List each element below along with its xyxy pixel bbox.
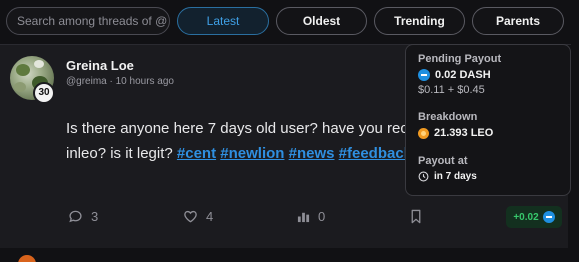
like-count: 4	[206, 209, 214, 224]
dash-coin-icon	[418, 69, 430, 81]
author-name[interactable]: Greina Loe	[66, 58, 134, 73]
like-button[interactable]: 4	[183, 209, 213, 224]
tab-latest[interactable]: Latest	[177, 7, 269, 35]
bookmark-button[interactable]	[410, 209, 422, 224]
pending-payout-title: Pending Payout	[418, 53, 502, 65]
heart-icon	[184, 210, 197, 223]
post-text-prefix: inleo? is it legit?	[66, 145, 177, 162]
hashtag-feedback[interactable]: #feedback	[339, 145, 412, 162]
reputation-badge: 30	[33, 82, 55, 104]
view-count: 0	[318, 209, 326, 224]
payout-at-value: in 7 days	[418, 171, 477, 182]
clock-icon	[418, 171, 429, 182]
hashtag-newlion[interactable]: #newlion	[220, 145, 284, 162]
tab-oldest[interactable]: Oldest	[276, 7, 367, 35]
pending-payout-amount: 0.02 DASH	[418, 69, 501, 81]
tab-parents[interactable]: Parents	[472, 7, 564, 35]
bar-chart-icon	[297, 212, 310, 223]
post-text-line-1: Is there anyone here 7 days old user? ha…	[66, 120, 408, 137]
post-body: Is there anyone here 7 days old user? ha…	[66, 116, 416, 166]
next-post-edge	[0, 248, 579, 262]
scrollbar-track[interactable]	[571, 44, 579, 248]
post-text-line-2: inleo? is it legit? #cent #newlion #news…	[66, 141, 416, 166]
payout-at-text: in 7 days	[434, 171, 477, 182]
pending-amount-text: 0.02 DASH	[435, 69, 491, 81]
post-meta: @greima · 10 hours ago	[66, 76, 174, 87]
hashtag-cent[interactable]: #cent	[177, 145, 216, 162]
views-button[interactable]: 0	[297, 209, 325, 224]
reply-button[interactable]: 3	[68, 209, 98, 224]
thread-search-input[interactable]: Search among threads of @	[6, 7, 170, 35]
post-time: 10 hours ago	[115, 76, 174, 87]
reply-count: 3	[91, 209, 99, 224]
author-handle[interactable]: @greima	[66, 76, 107, 87]
payout-chip[interactable]: +0.02	[506, 206, 562, 228]
hashtag-news[interactable]: #news	[289, 145, 335, 162]
pending-payout-split: $0.11 + $0.45	[418, 84, 485, 96]
breakdown-amount: 21.393 LEO	[418, 127, 493, 139]
payout-at-title: Payout at	[418, 155, 468, 167]
payout-chip-value: +0.02	[513, 211, 539, 223]
bookmark-icon	[411, 209, 421, 224]
breakdown-title: Breakdown	[418, 111, 478, 123]
breakdown-amount-text: 21.393 LEO	[434, 127, 494, 139]
payout-popover: Pending Payout 0.02 DASH $0.11 + $0.45 B…	[405, 44, 571, 196]
dash-coin-icon	[542, 211, 555, 223]
leo-coin-icon	[418, 127, 429, 139]
comment-icon	[69, 210, 82, 223]
tab-trending[interactable]: Trending	[374, 7, 465, 35]
thread-filter-bar: Search among threads of @ Latest Oldest …	[0, 0, 579, 44]
